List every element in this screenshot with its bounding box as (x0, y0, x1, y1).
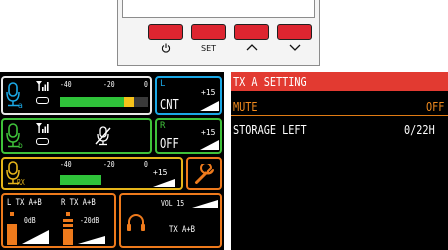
rx-level-meter (60, 175, 148, 185)
set-button-label: SET (200, 44, 217, 53)
channel-a-level-meter (60, 97, 148, 107)
menu-item-label: STORAGE LEFT (233, 123, 307, 137)
channel-b-subscript: b (18, 141, 23, 150)
gain-ramp-icon (153, 179, 175, 187)
volume-ramp-icon (192, 200, 218, 208)
device-display-frame (122, 0, 315, 18)
menu-item-label: MUTE (233, 100, 258, 114)
output-mode-value: CNT (160, 98, 179, 113)
menu-item-mute[interactable]: MUTE OFF (231, 99, 448, 116)
right-gain-ramp-icon (78, 236, 105, 244)
gain-ramp-icon (200, 101, 219, 111)
rx-panel[interactable]: RX -40 -20 0 +15 (1, 157, 183, 190)
left-output-gain: 0dB (24, 216, 36, 225)
gain-ramp-icon (200, 140, 219, 150)
left-output-label: L TX A+B (7, 198, 42, 208)
wrench-icon (195, 164, 214, 184)
menu-item-value: 0/22H (404, 123, 435, 137)
menu-title: TX A SETTING (233, 75, 307, 89)
up-button[interactable] (234, 24, 269, 40)
gain-value: +15 (201, 128, 216, 137)
left-gain-ramp-icon (22, 230, 49, 244)
power-icon (161, 43, 171, 53)
signal-antenna-icon (36, 81, 49, 91)
headphone-volume: VOL 15 (161, 199, 185, 208)
gain-value: +15 (201, 88, 216, 97)
level-fill (60, 97, 124, 107)
signal-antenna-icon (36, 123, 49, 133)
chevron-down-icon (289, 44, 301, 51)
set-button[interactable] (191, 24, 226, 40)
headphones-icon (127, 214, 145, 231)
down-button[interactable] (277, 24, 312, 40)
battery-icon (36, 97, 49, 104)
status-side-label: R (160, 121, 166, 131)
channel-b-panel[interactable]: b (1, 118, 152, 154)
headphone-panel[interactable]: VOL 15 TX A+B (119, 193, 222, 248)
output-side-label: L (160, 79, 166, 89)
meter-scale-zero: 0 (144, 160, 148, 169)
channel-a-output-panel[interactable]: L CNT +15 (155, 76, 222, 115)
meter-scale-minus20: -20 (103, 80, 115, 89)
right-output-label: R TX A+B (61, 198, 96, 208)
gain-value: +15 (153, 168, 168, 177)
left-output-level-icon (7, 212, 17, 245)
line-outputs-panel[interactable]: L TX A+B R TX A+B 0dB -20dB (1, 193, 116, 248)
device-control-panel: SET (117, 0, 320, 66)
right-output-level-icon (63, 212, 73, 245)
right-output-gain: -20dB (80, 216, 100, 225)
channel-a-subscript: a (18, 101, 23, 110)
power-button[interactable] (148, 24, 183, 40)
muted-microphone-icon (95, 126, 111, 146)
menu-header: TX A SETTING (231, 72, 448, 91)
rx-subscript: RX (17, 178, 25, 187)
level-peak-fill (124, 97, 134, 107)
status-value: OFF (160, 137, 179, 152)
headphone-source: TX A+B (169, 225, 196, 235)
level-fill (60, 175, 101, 185)
meter-scale-minus40: -40 (60, 160, 72, 169)
menu-item-value: OFF (426, 100, 445, 114)
menu-item-storage-left[interactable]: STORAGE LEFT 0/22H (231, 122, 448, 138)
channel-a-panel[interactable]: a -40 -20 0 (1, 76, 152, 115)
chevron-up-icon (246, 44, 258, 51)
menu-screen: TX A SETTING MUTE OFF STORAGE LEFT 0/22H (231, 72, 448, 250)
meter-scale-minus40: -40 (60, 80, 72, 89)
channel-b-output-panel[interactable]: R OFF +15 (155, 118, 222, 154)
home-screen: a -40 -20 0 L CNT +15 b R OFF +15 RX -40… (0, 72, 224, 250)
settings-tool-button[interactable] (186, 157, 222, 190)
meter-scale-zero: 0 (144, 80, 148, 89)
meter-scale-minus20: -20 (103, 160, 115, 169)
battery-icon (36, 138, 49, 145)
